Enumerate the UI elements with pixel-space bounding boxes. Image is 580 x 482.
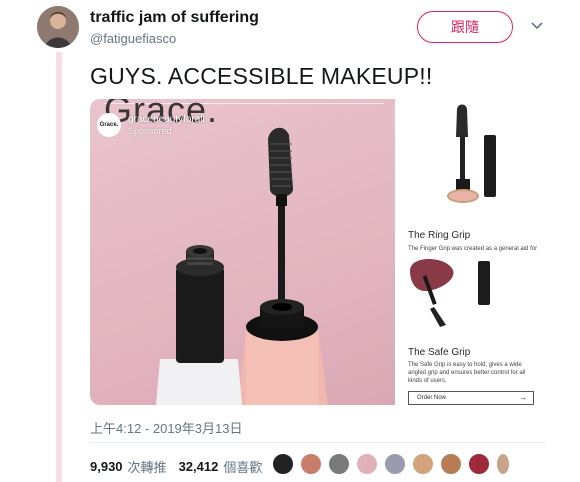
retweets-count: 9,930 — [90, 459, 123, 474]
follow-button[interactable]: 跟隨 — [417, 11, 513, 43]
liker-avatar[interactable] — [300, 453, 322, 475]
section2-title: The Safe Grip — [408, 347, 471, 358]
section2-text: The Safe Grip is easy to hold, gives a w… — [408, 362, 526, 384]
tweet-stats: 9,930 次轉推 32,412 個喜歡 — [90, 457, 274, 476]
liker-avatar[interactable] — [412, 453, 434, 475]
likes-stat[interactable]: 32,412 個喜歡 — [179, 457, 263, 476]
mascara-product-illustration — [156, 127, 328, 405]
chevron-down-icon[interactable] — [528, 17, 546, 35]
section1-title: The Ring Grip — [408, 230, 471, 241]
retweets-stat[interactable]: 9,930 次轉推 — [90, 457, 167, 476]
liker-avatar[interactable] — [496, 453, 510, 475]
likes-count: 32,412 — [178, 459, 219, 474]
liker-avatar[interactable] — [440, 453, 462, 475]
product-thumbnail-middle — [410, 259, 490, 327]
retweets-label: 次轉推 — [127, 460, 167, 475]
media-main-image[interactable]: Grace. Grace. gracebeautyforall Sponsore… — [90, 99, 395, 405]
media-side-panel[interactable]: The Ring Grip The Finger Grip was create… — [400, 99, 543, 405]
author-handle[interactable]: @fatiguefiasco — [90, 31, 176, 46]
likes-label: 個喜歡 — [223, 460, 263, 475]
tweet-media[interactable]: Grace. Grace. gracebeautyforall Sponsore… — [90, 99, 543, 405]
order-now-label: Order Now — [417, 395, 447, 401]
tweet-text: GUYS. ACCESSIBLE MAKEUP!! — [90, 63, 433, 89]
arrow-right-icon: → — [519, 393, 527, 402]
liker-avatar[interactable] — [384, 453, 406, 475]
liker-avatars — [272, 453, 512, 477]
liker-avatar[interactable] — [356, 453, 378, 475]
author-avatar[interactable] — [37, 6, 79, 48]
author-name[interactable]: traffic jam of suffering — [90, 9, 259, 27]
liker-avatar[interactable] — [272, 453, 294, 475]
thread-rule — [56, 52, 62, 482]
tweet-card: traffic jam of suffering @fatiguefiasco … — [0, 0, 580, 482]
liker-avatar[interactable] — [328, 453, 350, 475]
divider — [90, 442, 545, 443]
liker-avatar[interactable] — [468, 453, 490, 475]
order-now-button[interactable]: Order Now → — [408, 391, 534, 405]
tweet-timestamp[interactable]: 上午4:12 - 2019年3月13日 — [90, 418, 242, 437]
product-thumbnail-top — [447, 104, 496, 203]
